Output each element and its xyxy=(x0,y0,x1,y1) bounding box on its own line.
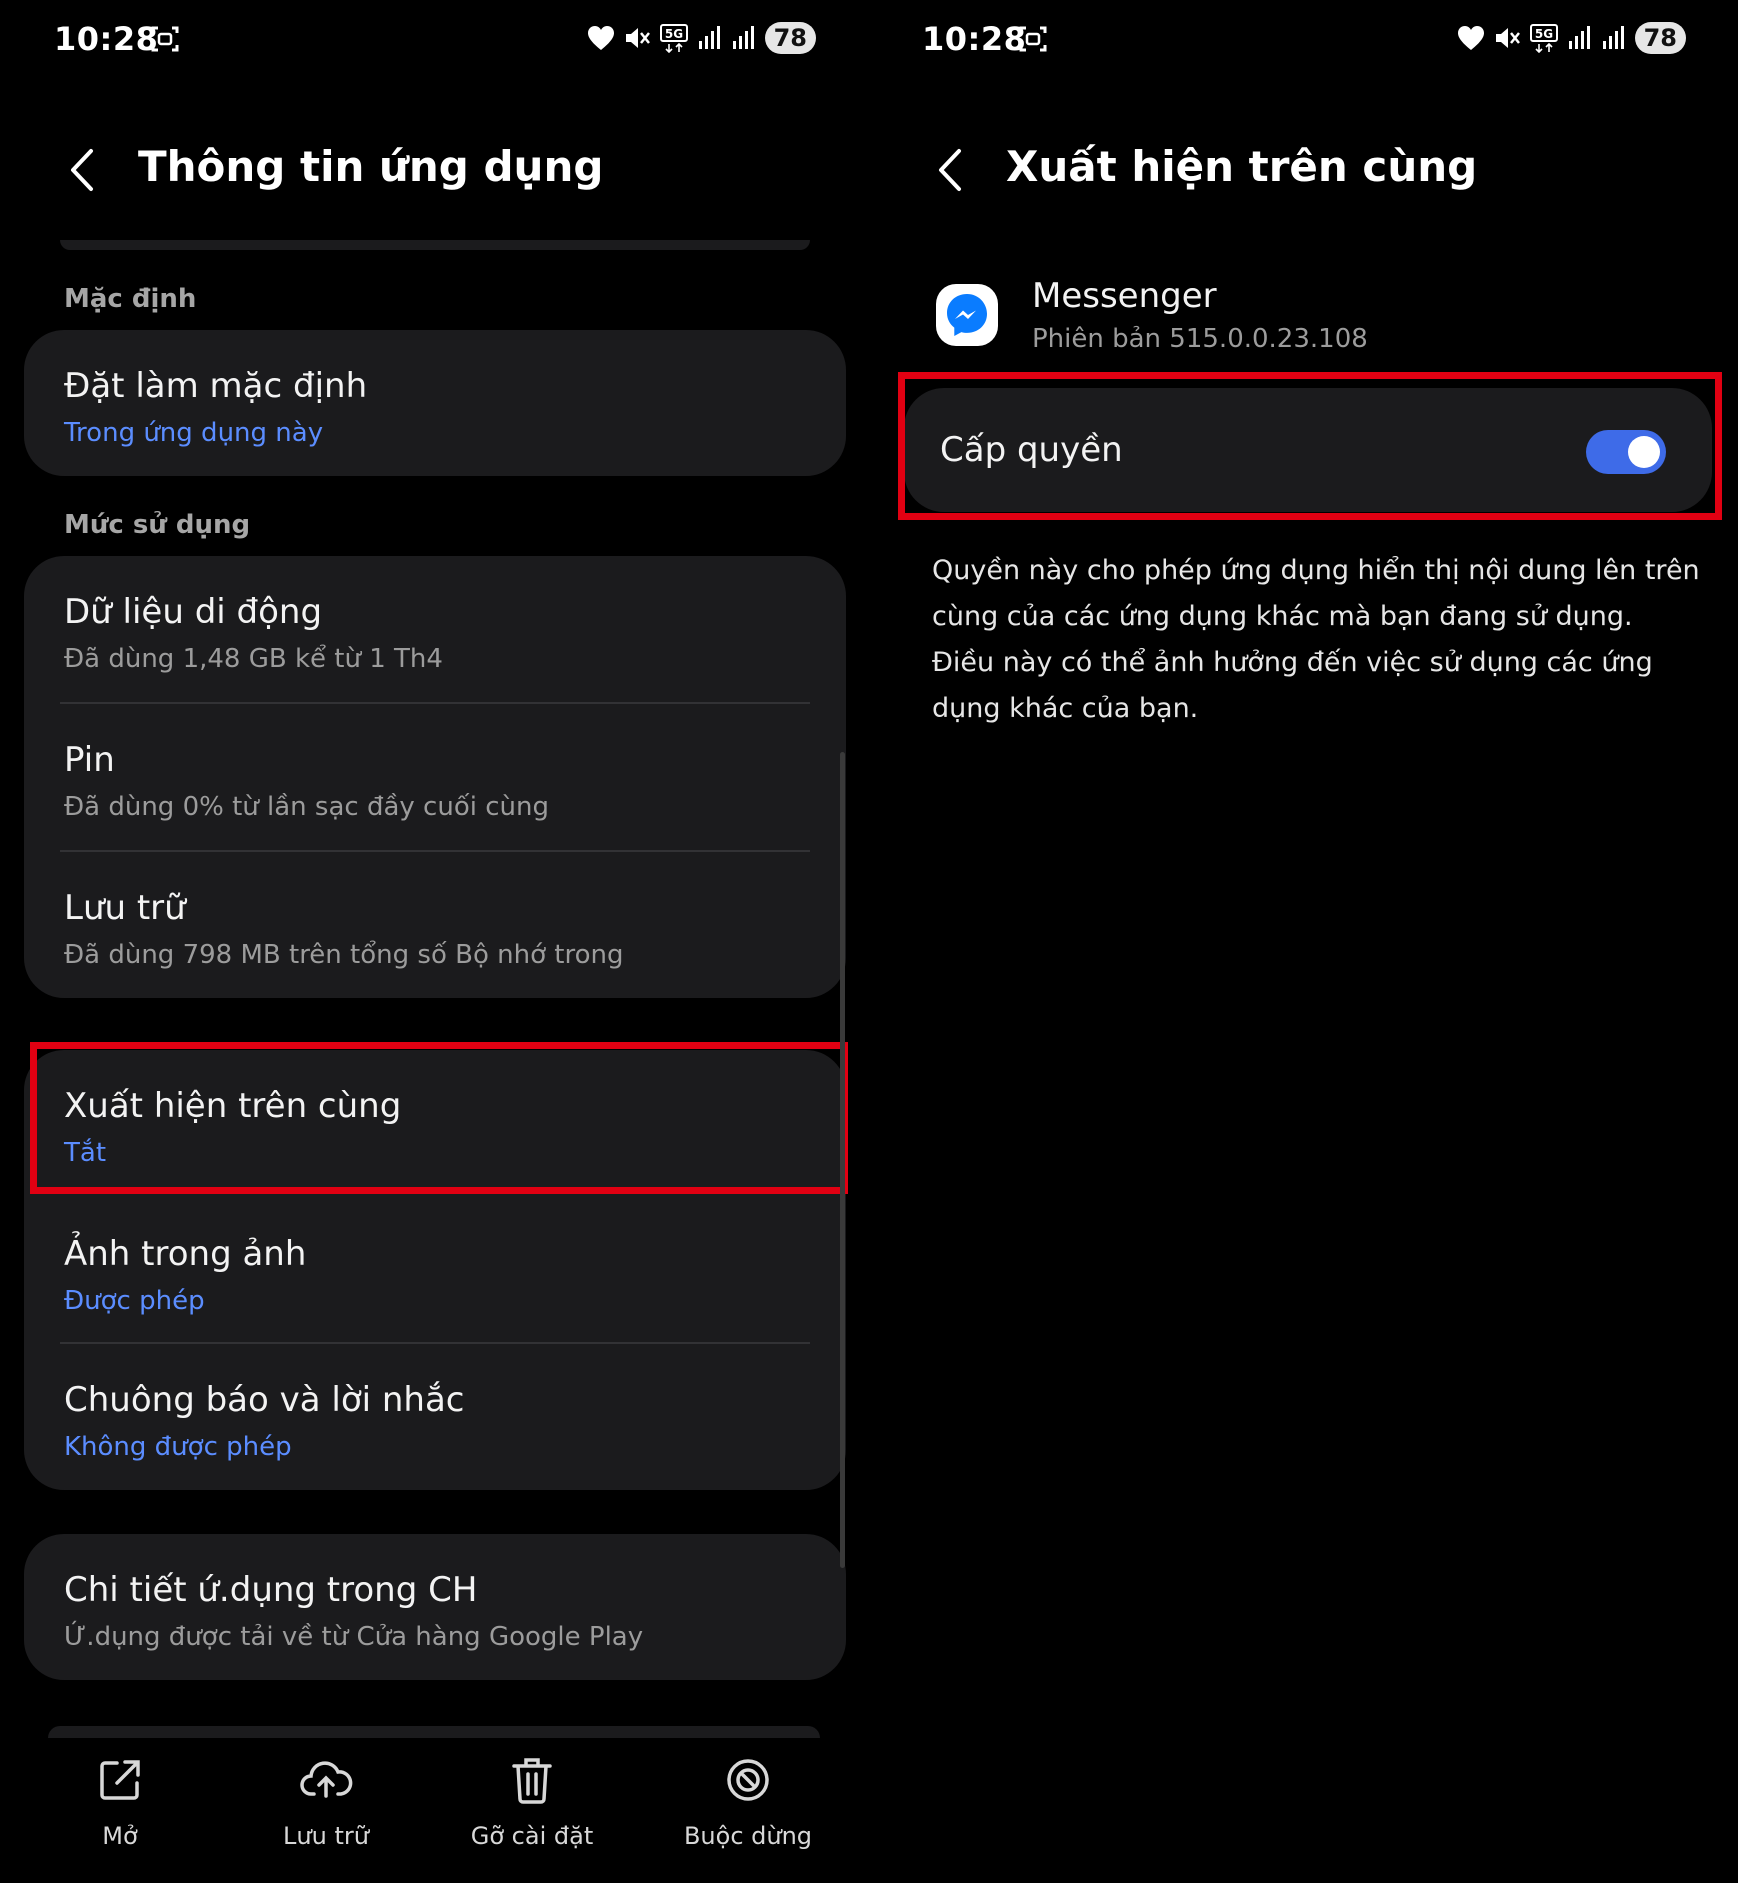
row-title: Ảnh trong ảnh xyxy=(64,1234,307,1274)
app-name: Messenger xyxy=(1032,276,1217,316)
row-appear-on-top[interactable]: Xuất hiện trên cùng Tắt xyxy=(24,1050,846,1196)
app-bar: Xuất hiện trên cùng xyxy=(868,130,1738,210)
row-title: Chuông báo và lời nhắc xyxy=(64,1380,465,1420)
appear-on-top-screen: 10:28 5G 78 Xuất hiện trên cùng Messenge… xyxy=(868,0,1738,1883)
messenger-app-icon xyxy=(936,284,998,346)
section-label-usage: Mức sử dụng xyxy=(64,510,251,540)
svg-text:5G: 5G xyxy=(1534,27,1552,41)
row-title: Xuất hiện trên cùng xyxy=(64,1086,402,1126)
messenger-icon xyxy=(947,294,987,336)
permission-description: Quyền này cho phép ứng dụng hiển thị nội… xyxy=(932,555,1700,724)
heart-icon xyxy=(587,26,614,50)
screen-record-icon xyxy=(151,26,179,52)
row-alarms-reminders[interactable]: Chuông báo và lời nhắc Không được phép xyxy=(24,1344,846,1490)
bottom-action-bar: Mở Lưu trữ Gỡ cài đặt Buộc dừng xyxy=(0,1750,868,1870)
card-default: Đặt làm mặc định Trong ứng dụng này xyxy=(24,330,846,476)
open-label: Mở xyxy=(102,1822,138,1850)
archive-label: Lưu trữ xyxy=(283,1822,369,1850)
row-storage[interactable]: Lưu trữ Đã dùng 798 MB trên tổng số Bộ n… xyxy=(24,852,846,998)
app-version: Phiên bản 515.0.0.23.108 xyxy=(1032,324,1368,354)
row-battery[interactable]: Pin Đã dùng 0% từ lần sạc đầy cuối cùng xyxy=(24,704,846,850)
page-title: Thông tin ứng dụng xyxy=(138,142,604,191)
permission-toggle[interactable] xyxy=(1586,430,1666,474)
app-info-screen: 10:28 5G 78 Thông tin ứng dụng Mặc định … xyxy=(0,0,868,1883)
screen-record-icon xyxy=(1019,26,1047,52)
mute-icon xyxy=(1495,28,1520,48)
svg-text:5G: 5G xyxy=(664,27,682,41)
chevron-left-icon xyxy=(939,149,961,191)
network-5g-icon: 5G xyxy=(659,24,688,53)
back-button[interactable] xyxy=(930,140,970,200)
scrollbar[interactable] xyxy=(840,752,845,1568)
card-store: Chi tiết ứ.dụng trong CH Ứ.dụng được tải… xyxy=(24,1534,846,1680)
signal-icon-2 xyxy=(732,26,754,49)
row-mobile-data[interactable]: Dữ liệu di động Đã dùng 1,48 GB kể từ 1 … xyxy=(24,556,846,702)
next-card-edge xyxy=(48,1726,820,1738)
signal-icon xyxy=(698,26,720,49)
row-title: Lưu trữ xyxy=(64,888,186,928)
row-picture-in-picture[interactable]: Ảnh trong ảnh Được phép xyxy=(24,1196,846,1342)
force-stop-label: Buộc dừng xyxy=(683,1822,813,1850)
card-permissions: Xuất hiện trên cùng Tắt Ảnh trong ảnh Đư… xyxy=(24,1050,846,1490)
app-bar: Thông tin ứng dụng xyxy=(0,130,868,210)
uninstall-button[interactable]: Gỡ cài đặt xyxy=(432,1750,632,1850)
battery-indicator: 78 xyxy=(764,22,816,54)
chevron-left-icon xyxy=(71,149,93,191)
status-time: 10:28 xyxy=(54,20,159,58)
row-subtitle: Trong ứng dụng này xyxy=(64,418,324,448)
row-subtitle: Đã dùng 798 MB trên tổng số Bộ nhớ trong xyxy=(64,940,624,970)
row-subtitle: Đã dùng 1,48 GB kể từ 1 Th4 xyxy=(64,644,443,674)
row-subtitle: Tắt xyxy=(64,1138,107,1168)
archive-button[interactable]: Lưu trữ xyxy=(226,1750,426,1850)
heart-icon xyxy=(1457,26,1484,50)
signal-icon-2 xyxy=(1602,26,1624,49)
network-5g-icon: 5G xyxy=(1529,24,1558,53)
row-set-default[interactable]: Đặt làm mặc định Trong ứng dụng này xyxy=(24,330,846,448)
open-external-icon xyxy=(100,1760,140,1800)
row-title: Chi tiết ứ.dụng trong CH xyxy=(64,1570,478,1610)
permission-row[interactable]: Cấp quyền xyxy=(904,388,1712,512)
row-subtitle: Được phép xyxy=(64,1286,205,1316)
page-title: Xuất hiện trên cùng xyxy=(1006,142,1478,191)
signal-icon xyxy=(1568,26,1590,49)
card-usage: Dữ liệu di động Đã dùng 1,48 GB kể từ 1 … xyxy=(24,556,846,998)
row-store-details[interactable]: Chi tiết ứ.dụng trong CH Ứ.dụng được tải… xyxy=(24,1534,846,1652)
status-time: 10:28 xyxy=(922,20,1027,58)
force-stop-button[interactable]: Buộc dừng xyxy=(648,1750,848,1850)
status-icons: 5G 78 xyxy=(1457,22,1686,54)
row-subtitle: Đã dùng 0% từ lần sạc đầy cuối cùng xyxy=(64,792,549,822)
open-button[interactable]: Mở xyxy=(20,1750,220,1850)
scrolled-card-edge xyxy=(60,240,810,250)
row-title: Đặt làm mặc định xyxy=(64,366,368,406)
cloud-upload-icon xyxy=(300,1761,353,1798)
status-bar: 10:28 5G 78 xyxy=(0,14,868,66)
row-title: Pin xyxy=(64,740,115,780)
mute-icon xyxy=(625,28,650,48)
row-title: Dữ liệu di động xyxy=(64,592,323,632)
battery-indicator: 78 xyxy=(1634,22,1686,54)
status-icons: 5G 78 xyxy=(587,22,816,54)
row-subtitle: Không được phép xyxy=(64,1432,292,1462)
uninstall-label: Gỡ cài đặt xyxy=(470,1822,594,1850)
block-icon xyxy=(727,1759,769,1801)
row-subtitle: Ứ.dụng được tải về từ Cửa hàng Google Pl… xyxy=(64,1622,644,1652)
status-bar: 10:28 5G 78 xyxy=(868,14,1738,66)
trash-icon xyxy=(512,1758,552,1804)
toggle-knob xyxy=(1628,436,1660,468)
permission-label: Cấp quyền xyxy=(940,430,1123,470)
section-label-default: Mặc định xyxy=(64,284,197,314)
back-button[interactable] xyxy=(62,140,102,200)
